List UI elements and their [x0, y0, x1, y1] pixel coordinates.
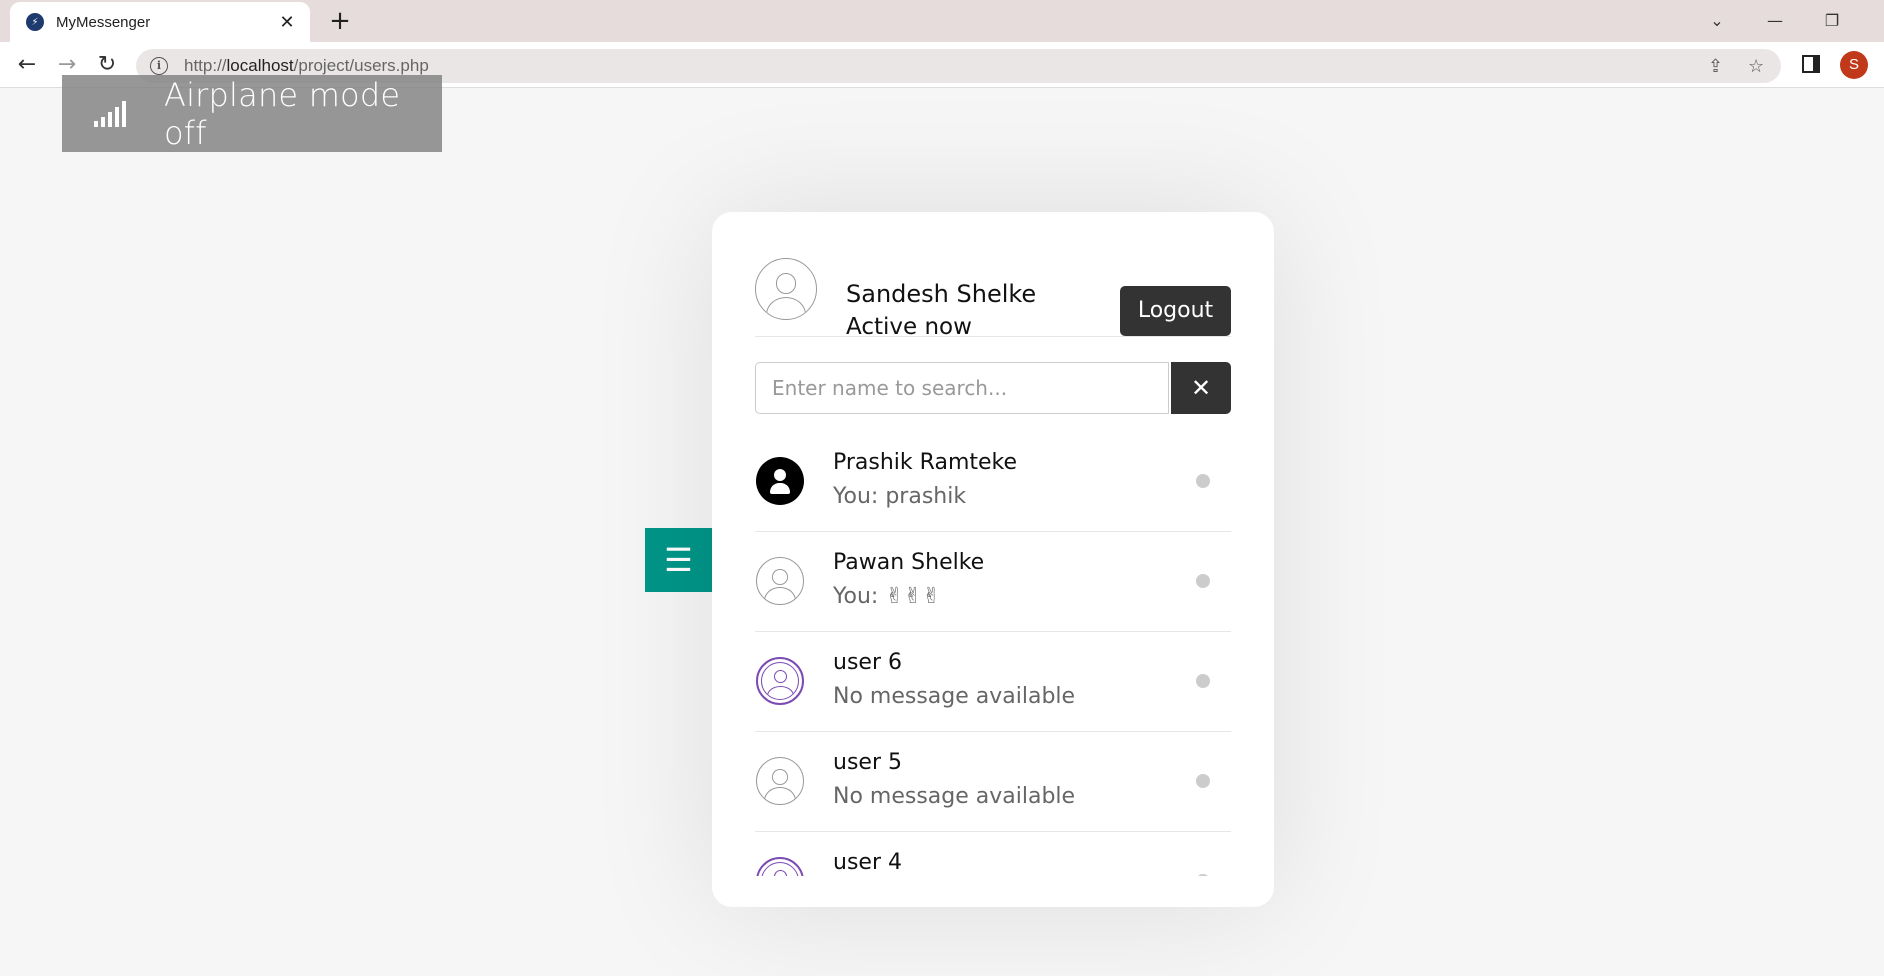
list-item[interactable]: user 5 No message available — [755, 732, 1231, 832]
minimize-button[interactable]: — — [1752, 6, 1798, 36]
user-avatar-icon — [756, 857, 804, 876]
search-bar: ✕ — [755, 362, 1231, 414]
url-path: /project/users.php — [293, 56, 429, 75]
browser-tab[interactable]: ⚡ MyMessenger ✕ — [10, 2, 310, 42]
current-user-status: Active now — [846, 314, 972, 340]
messenger-favicon-icon: ⚡ — [26, 13, 44, 31]
list-item[interactable]: user 4 — [755, 832, 1231, 876]
signal-strength-icon — [94, 100, 126, 127]
user-avatar — [755, 258, 817, 320]
site-info-icon[interactable]: i — [150, 57, 168, 75]
url-prefix: http:// — [184, 56, 227, 75]
url-text[interactable]: http://localhost/project/users.php — [184, 56, 429, 76]
tab-close-icon[interactable]: ✕ — [276, 12, 298, 33]
side-panel-icon[interactable] — [1802, 55, 1820, 73]
last-message: You: ✌✌✌ — [833, 584, 941, 609]
status-dot — [1196, 774, 1210, 788]
last-message: You: prashik — [833, 484, 967, 509]
status-dot — [1196, 474, 1210, 488]
search-input[interactable] — [755, 362, 1169, 414]
users-list: Prashik Ramteke You: prashik Pawan Shelk… — [755, 432, 1231, 876]
profile-header: Sandesh Shelke Active now Logout — [755, 246, 1231, 340]
share-icon[interactable]: ⇪ — [1708, 56, 1723, 77]
current-user-name: Sandesh Shelke — [846, 280, 1037, 308]
new-tab-button[interactable]: + — [325, 6, 355, 36]
hamburger-menu-button[interactable]: ☰ — [645, 528, 712, 592]
user-avatar-icon — [756, 557, 804, 605]
clear-search-button[interactable]: ✕ — [1171, 362, 1231, 414]
back-arrow-icon[interactable]: ← — [12, 50, 42, 80]
contact-name: user 6 — [833, 650, 902, 675]
user-avatar-icon — [756, 457, 804, 505]
airplane-mode-text: Airplane mode off — [164, 75, 401, 152]
status-dot — [1196, 574, 1210, 588]
list-item[interactable]: Prashik Ramteke You: prashik — [755, 432, 1231, 532]
close-icon: ✕ — [1190, 374, 1212, 402]
tab-title: MyMessenger — [56, 13, 151, 31]
last-message: No message available — [833, 684, 1076, 709]
hamburger-icon: ☰ — [664, 541, 693, 579]
browser-tab-strip: ⚡ MyMessenger ✕ + ⌄ — ❐ — [0, 0, 1884, 42]
contact-name: user 5 — [833, 750, 902, 775]
list-item[interactable]: Pawan Shelke You: ✌✌✌ — [755, 532, 1231, 632]
airplane-mode-toast: Airplane mode off — [62, 75, 442, 152]
logout-button[interactable]: Logout — [1120, 286, 1231, 336]
bookmark-star-icon[interactable]: ☆ — [1748, 56, 1764, 77]
user-avatar-icon — [756, 757, 804, 805]
last-message: No message available — [833, 784, 1076, 809]
profile-avatar[interactable]: S — [1840, 51, 1868, 79]
contact-name: Prashik Ramteke — [833, 450, 1018, 475]
url-host: localhost — [226, 56, 294, 75]
list-item[interactable]: user 6 No message available — [755, 632, 1231, 732]
tab-search-chevron-icon[interactable]: ⌄ — [1694, 6, 1740, 36]
contact-name: user 4 — [833, 850, 902, 875]
status-dot — [1196, 674, 1210, 688]
contact-name: Pawan Shelke — [833, 550, 985, 575]
user-avatar-icon — [756, 657, 804, 705]
status-dot — [1196, 874, 1210, 876]
users-panel: Sandesh Shelke Active now Logout ✕ Prash… — [712, 212, 1274, 907]
restore-button[interactable]: ❐ — [1809, 6, 1855, 36]
